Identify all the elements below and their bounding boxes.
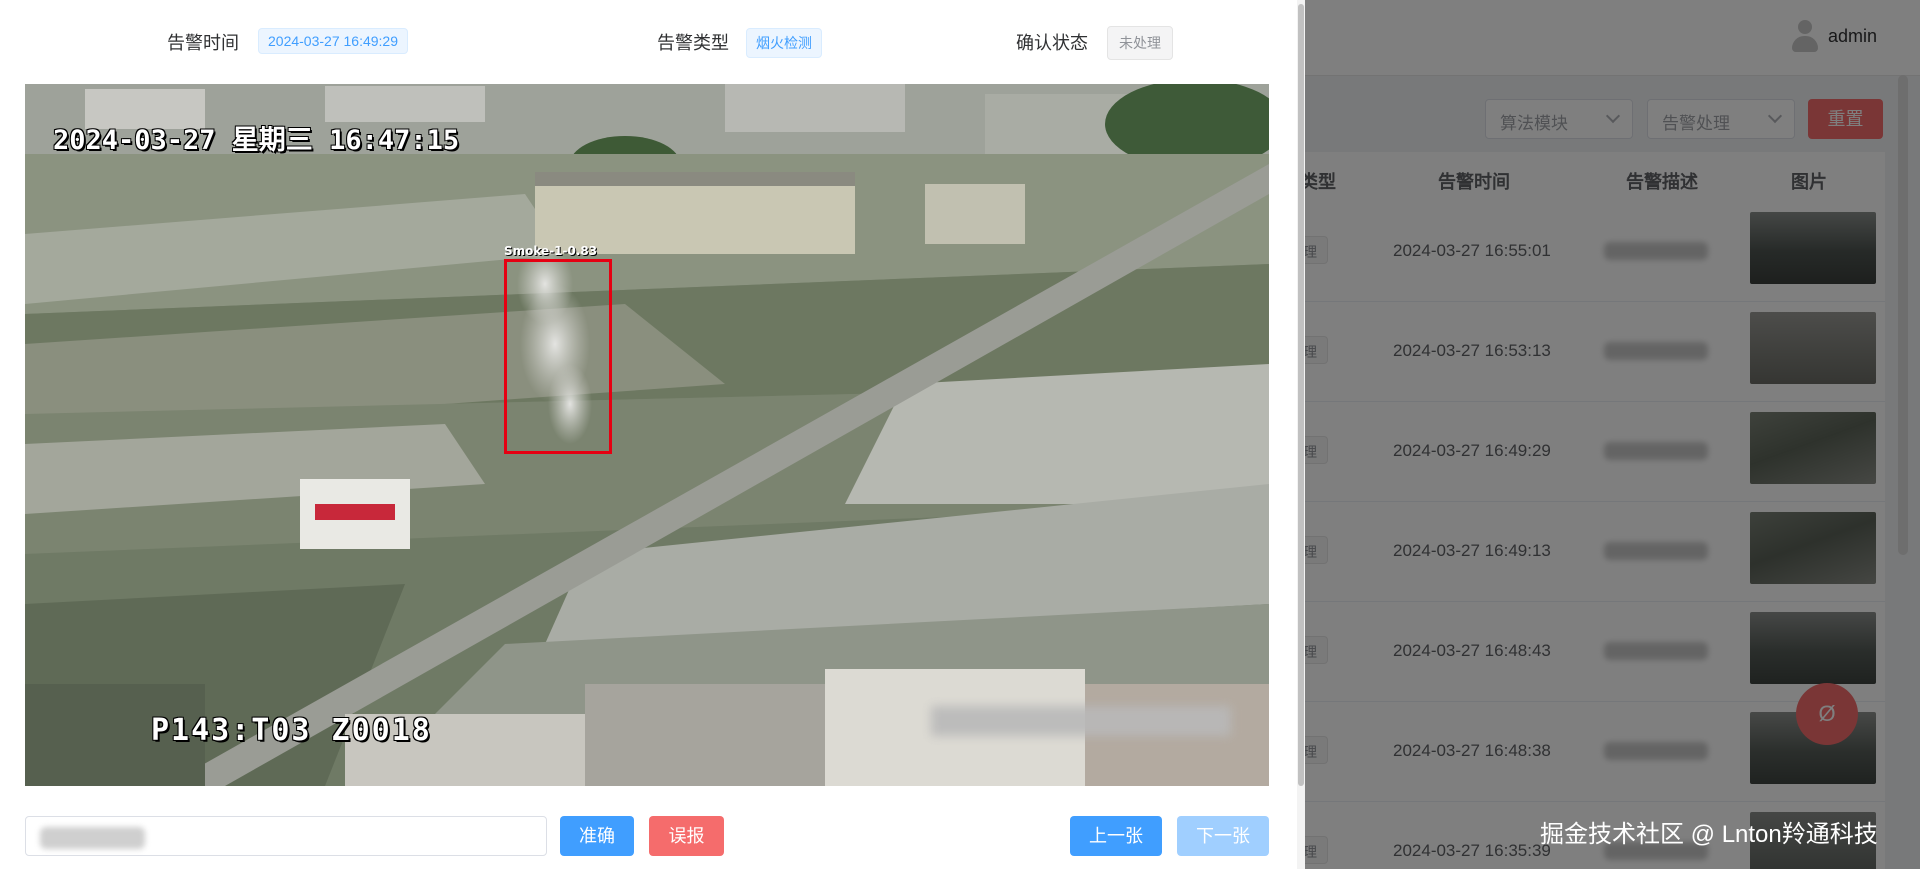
camera-osd-datetime: 2024-03-27 星期三 16:47:15 <box>53 125 460 156</box>
remark-input[interactable] <box>25 816 547 856</box>
alarm-detail-drawer: 告警时间 2024-03-27 16:49:29 告警类型 烟火检测 确认状态 … <box>0 0 1305 869</box>
camera-scene <box>25 84 1269 786</box>
confirm-status-tag: 未处理 <box>1107 26 1173 60</box>
drawer-scrollbar[interactable] <box>1297 0 1305 869</box>
watermark: 掘金技术社区 @ Lnton羚通科技 <box>1540 821 1878 848</box>
next-button[interactable]: 下一张 <box>1177 816 1269 856</box>
redacted-overlay <box>931 706 1231 736</box>
remark-input-redacted-value <box>40 827 145 849</box>
detection-label: Smoke-1-0.83 <box>504 244 598 258</box>
false-alarm-button[interactable]: 误报 <box>649 816 724 856</box>
alarm-type-tag: 烟火检测 <box>746 28 822 58</box>
alarm-time-label: 告警时间 <box>167 33 239 53</box>
accurate-button[interactable]: 准确 <box>560 816 634 856</box>
detection-bounding-box <box>504 259 612 454</box>
drawer-scrollbar-thumb[interactable] <box>1298 4 1304 786</box>
previous-button[interactable]: 上一张 <box>1070 816 1162 856</box>
alarm-time-tag: 2024-03-27 16:49:29 <box>258 28 408 54</box>
camera-osd-code: P143:T03 Z0018 <box>151 713 432 748</box>
confirm-status-label: 确认状态 <box>1016 33 1088 53</box>
alarm-type-label: 告警类型 <box>657 33 729 53</box>
alarm-snapshot-image: 2024-03-27 星期三 16:47:15 P143:T03 Z0018 S… <box>25 84 1269 786</box>
